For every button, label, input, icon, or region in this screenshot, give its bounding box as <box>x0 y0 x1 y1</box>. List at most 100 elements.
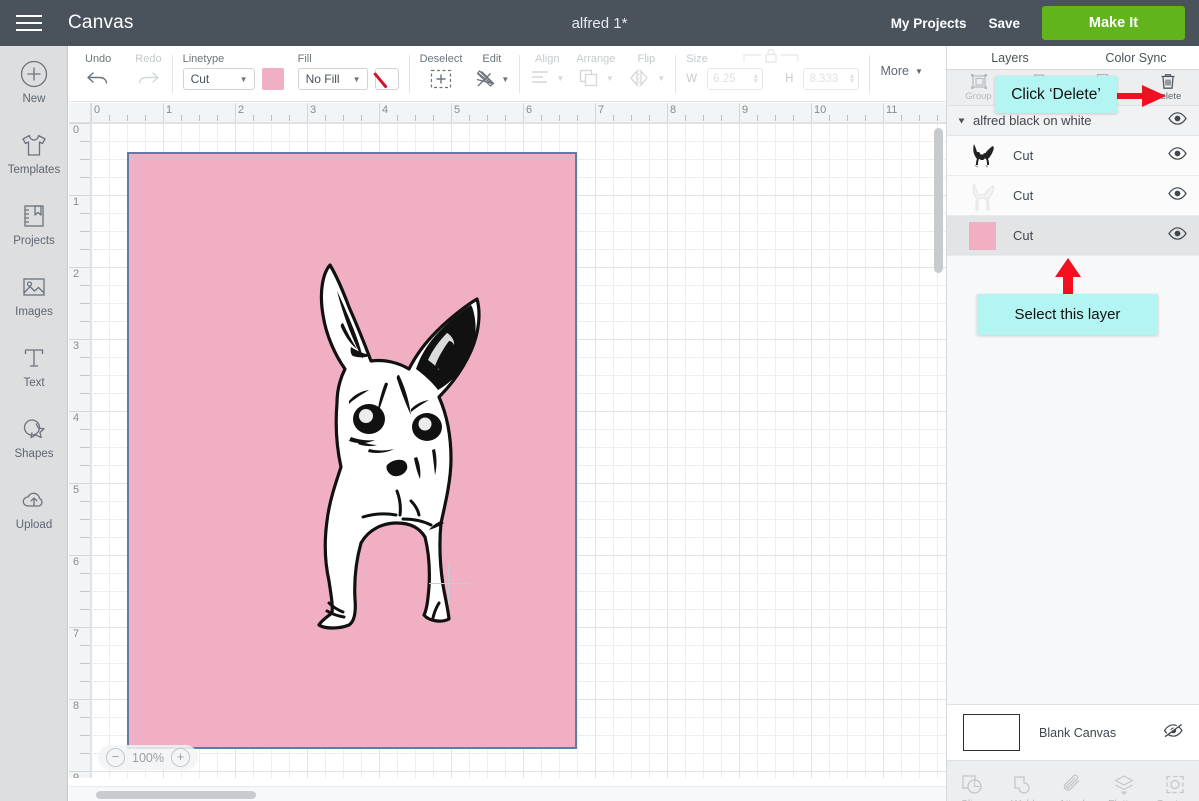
arrange-group[interactable]: Arrange ▼ <box>576 46 615 102</box>
height-stepper[interactable]: ▲ ▼ <box>849 73 856 85</box>
sidebar-item-upload[interactable]: Upload <box>0 472 68 543</box>
weld-button[interactable]: Weld <box>999 774 1047 801</box>
plus-circle-icon <box>20 60 48 87</box>
design-canvas[interactable] <box>91 123 946 778</box>
ruler-tick <box>739 103 740 122</box>
ruler-tick-minor <box>80 735 90 736</box>
arrange-icon <box>579 69 597 87</box>
ruler-tick-minor <box>80 375 90 376</box>
deselect-group[interactable]: Deselect <box>420 46 462 102</box>
list-item[interactable]: Cut <box>947 176 1199 216</box>
eye-slash-icon[interactable] <box>1163 722 1184 743</box>
canvas-horizontal-scrollbar-thumb[interactable] <box>96 791 256 799</box>
eye-icon[interactable] <box>1168 226 1187 245</box>
undo-button[interactable]: Undo <box>85 53 111 89</box>
eye-icon[interactable] <box>1168 186 1187 205</box>
ruler-tick-minor <box>80 303 90 304</box>
blank-canvas-label: Blank Canvas <box>1039 725 1117 740</box>
ruler-tick-minor <box>487 115 488 121</box>
tshirt-icon <box>22 134 46 156</box>
grid-line-minor <box>91 753 946 754</box>
ruler-tick <box>307 103 308 122</box>
zoom-in-button[interactable]: + <box>170 748 190 767</box>
chevron-down-icon: ▼ <box>556 73 565 83</box>
grid-line-minor <box>757 123 758 778</box>
ruler-label: 0 <box>73 124 80 136</box>
height-input[interactable]: 8.333 ▲ ▼ <box>803 68 860 90</box>
fill-group: Fill No Fill ▼ <box>297 46 399 102</box>
dog-artwork[interactable] <box>299 251 499 631</box>
toolbar-divider <box>675 55 677 93</box>
more-button[interactable]: More ▼ <box>880 64 922 78</box>
align-group[interactable]: Align ▼ <box>530 46 564 102</box>
eye-icon[interactable] <box>1168 146 1187 165</box>
sidebar-item-templates[interactable]: Templates <box>0 117 68 188</box>
ruler-tick-minor <box>80 393 90 394</box>
width-stepper[interactable]: ▲ ▼ <box>752 73 759 85</box>
callout-text: Select this layer <box>1014 306 1121 323</box>
sidebar-item-images[interactable]: Images <box>0 259 68 330</box>
list-item[interactable]: Cut <box>947 216 1199 256</box>
no-fill-swatch[interactable] <box>374 68 399 90</box>
flip-group[interactable]: Flip ▼ <box>627 46 665 102</box>
ruler-tick-minor <box>919 115 920 121</box>
grid-line <box>739 123 740 778</box>
ruler-tick-minor <box>901 115 902 121</box>
ruler-tick-minor <box>145 115 146 121</box>
ruler-tick-minor <box>253 115 254 121</box>
list-item[interactable]: Cut <box>947 136 1199 176</box>
layer-thumbnail <box>967 141 997 171</box>
pink-mat-shape[interactable] <box>127 152 577 749</box>
ruler-tick-minor <box>847 115 848 121</box>
callout-text: Click ‘Delete’ <box>1011 85 1101 103</box>
blank-canvas-thumbnail <box>963 714 1020 751</box>
grid-line-minor <box>901 123 902 778</box>
contour-button[interactable]: Contour <box>1151 774 1199 801</box>
width-input[interactable]: 6.25 ▲ ▼ <box>707 68 764 90</box>
slice-button[interactable]: Slice <box>948 774 996 801</box>
sidebar-item-new[interactable]: New <box>0 46 68 117</box>
hamburger-menu-icon[interactable] <box>0 0 58 46</box>
linetype-select[interactable]: Cut ▼ <box>182 68 255 90</box>
group-label: Group <box>965 91 992 102</box>
edit-group[interactable]: Edit ▼ <box>474 46 509 102</box>
flatten-button[interactable]: Flatten <box>1100 774 1148 801</box>
ruler-tick-minor <box>80 591 90 592</box>
ruler-tick <box>667 103 668 122</box>
my-projects-button[interactable]: My Projects <box>891 16 967 31</box>
blank-canvas-row[interactable]: Blank Canvas <box>947 704 1199 761</box>
make-it-button[interactable]: Make It <box>1042 6 1185 40</box>
tab-layers[interactable]: Layers <box>947 46 1073 69</box>
sidebar-item-text[interactable]: Text <box>0 330 68 401</box>
ruler-tick-minor <box>80 231 90 232</box>
ruler-label: 7 <box>73 628 80 640</box>
zoom-out-button[interactable]: − <box>106 748 125 767</box>
ruler-label: 1 <box>166 104 173 116</box>
canvas-vertical-scrollbar[interactable] <box>934 128 943 273</box>
linetype-color-swatch[interactable] <box>261 68 284 90</box>
ruler-label: 3 <box>73 340 80 352</box>
lock-icon[interactable] <box>742 48 800 64</box>
grid-line-minor <box>919 123 920 778</box>
ruler-tick-minor <box>415 115 416 121</box>
ruler-label: 6 <box>73 556 80 568</box>
ruler-tick-minor <box>80 501 90 502</box>
sidebar-item-shapes[interactable]: Shapes <box>0 401 68 472</box>
ruler-tick <box>883 103 884 122</box>
size-group: Size W 6.25 ▲ ▼ H 8.333 ▲ ▼ <box>686 46 860 102</box>
sidebar-item-label: Templates <box>7 163 61 176</box>
sidebar-item-projects[interactable]: Projects <box>0 188 68 259</box>
eye-icon[interactable] <box>1168 111 1187 130</box>
attach-button[interactable]: Attach <box>1049 774 1097 801</box>
tab-color-sync[interactable]: Color Sync <box>1073 46 1199 69</box>
height-value: 8.333 <box>809 73 839 85</box>
sidebar-item-label: Text <box>23 376 45 389</box>
save-button[interactable]: Save <box>988 16 1020 31</box>
redo-button[interactable]: Redo <box>135 53 162 89</box>
fill-select[interactable]: No Fill ▼ <box>297 68 368 90</box>
canvas-horizontal-scrollbar-track[interactable] <box>69 786 946 801</box>
ruler-tick-minor <box>80 537 90 538</box>
chevron-expand-icon[interactable] <box>958 118 965 123</box>
ruler-tick-minor <box>469 115 470 121</box>
ruler-tick-minor <box>80 249 90 250</box>
